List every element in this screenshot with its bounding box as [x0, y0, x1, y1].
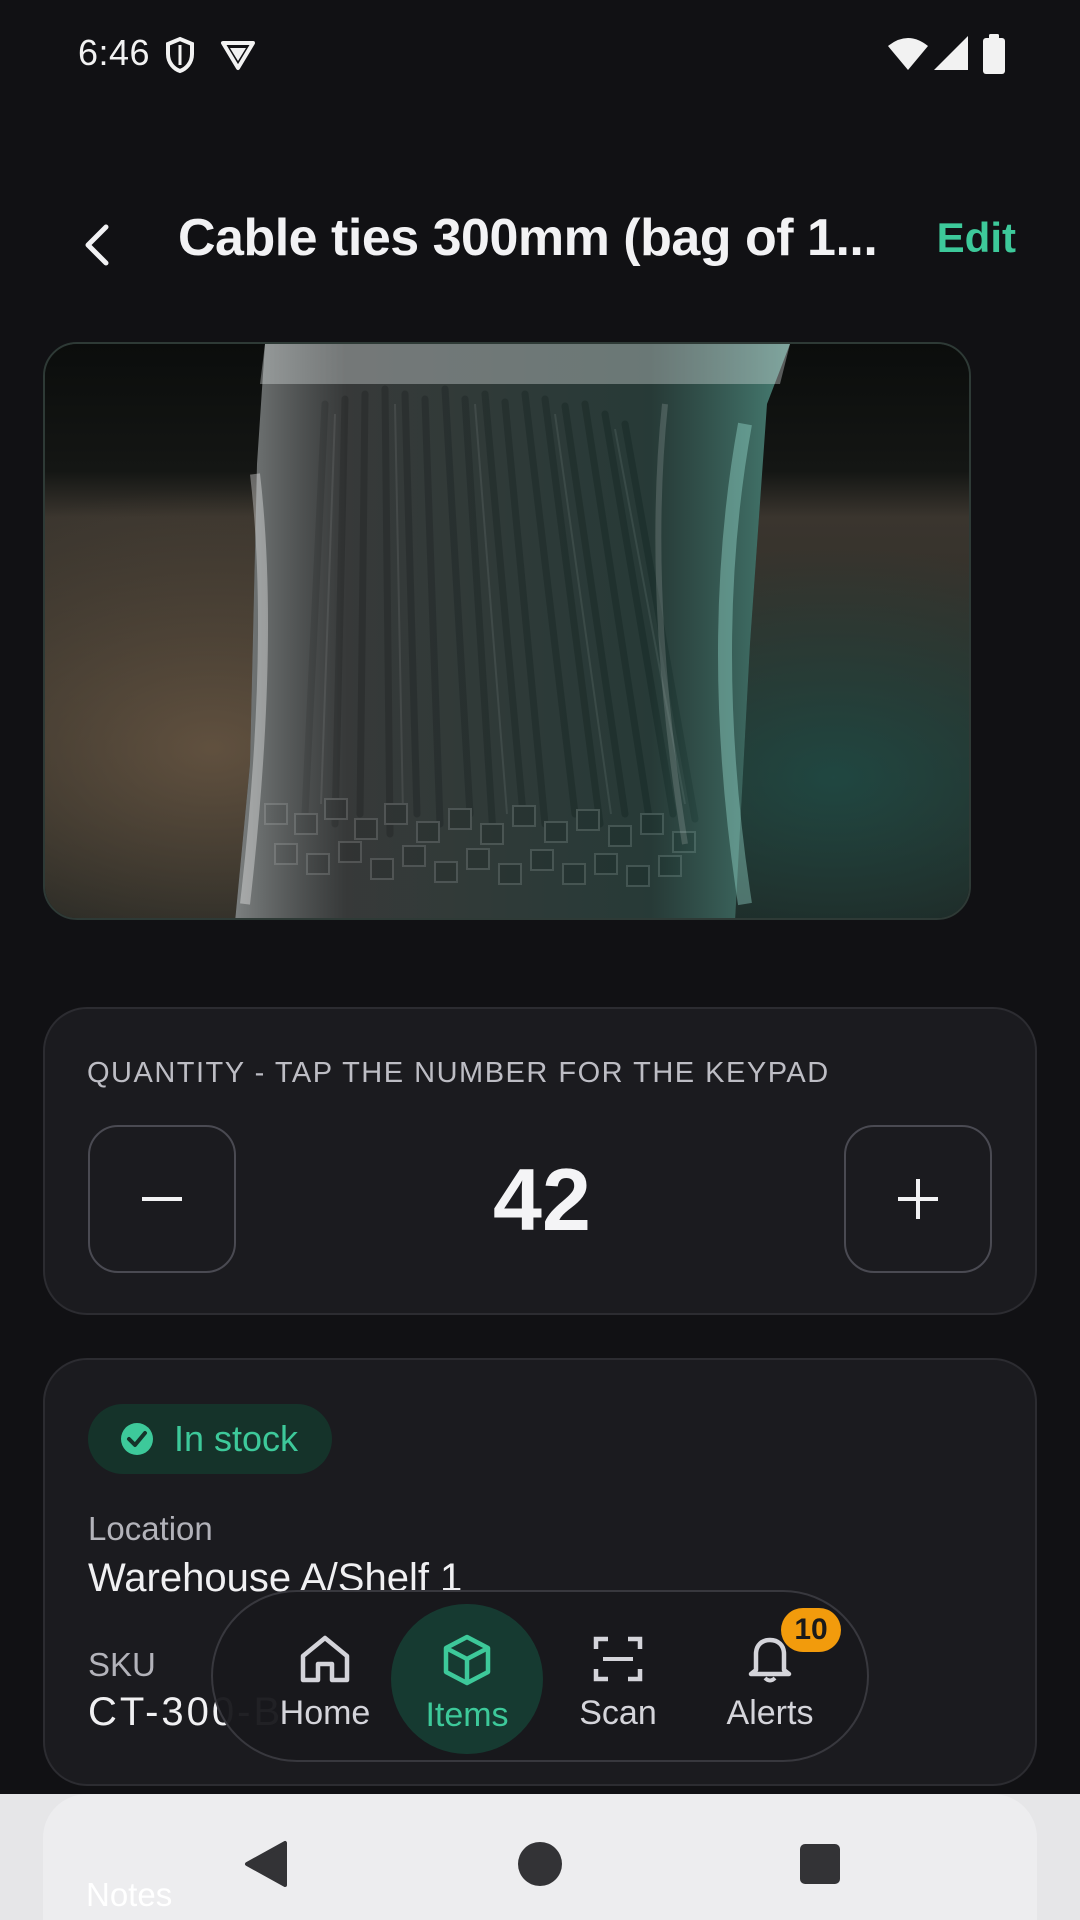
nav-home-label: Home — [279, 1694, 371, 1732]
plus-icon — [898, 1179, 938, 1219]
nav-scan-label: Scan — [579, 1694, 657, 1732]
home-icon — [300, 1635, 350, 1683]
system-recents-button[interactable] — [790, 1834, 850, 1894]
nav-items-label: Items — [425, 1696, 509, 1734]
nav-home[interactable]: Home — [250, 1608, 400, 1748]
wifi-icon — [888, 36, 928, 75]
product-photo[interactable] — [43, 342, 971, 920]
scan-icon — [593, 1636, 643, 1682]
nav-alerts[interactable]: 10 Alerts — [695, 1608, 845, 1748]
vpn-icon — [220, 36, 256, 77]
system-back-button[interactable] — [236, 1834, 296, 1894]
top-app-bar: Cable ties 300mm (bag of 1... Edit — [0, 190, 1080, 290]
sku-label: SKU — [88, 1646, 156, 1683]
back-button[interactable] — [62, 210, 132, 280]
nav-alerts-label: Alerts — [726, 1694, 814, 1732]
edit-button[interactable]: Edit — [937, 214, 1016, 262]
status-bar: 6:46 — [0, 0, 1080, 110]
box-icon — [443, 1634, 491, 1686]
screen: 6:46 Cable ties 300mm (bag of 1... Edit — [0, 0, 1080, 1920]
check-circle-icon — [121, 1423, 153, 1455]
battery-icon — [982, 34, 1006, 79]
triangle-back-icon — [245, 1841, 287, 1887]
stock-status-label: In stock — [174, 1418, 299, 1459]
square-recents-icon — [800, 1844, 840, 1884]
system-navigation-bar: Notes — [0, 1794, 1080, 1920]
nav-items[interactable]: Items — [391, 1604, 543, 1754]
circle-home-icon — [518, 1842, 562, 1886]
page-title: Cable ties 300mm (bag of 1... — [178, 209, 878, 267]
signal-icon — [934, 36, 968, 75]
status-time: 6:46 — [78, 32, 151, 73]
alerts-count-badge: 10 — [781, 1608, 841, 1652]
bottom-navigation: Home Items Scan 10 Alerts — [211, 1590, 869, 1762]
increment-button[interactable] — [844, 1125, 992, 1273]
nav-scan[interactable]: Scan — [543, 1608, 693, 1748]
quantity-caption: QUANTITY - TAP THE NUMBER FOR THE KEYPAD — [87, 1057, 830, 1089]
quantity-card: QUANTITY - TAP THE NUMBER FOR THE KEYPAD… — [43, 1007, 1037, 1315]
chevron-left-icon — [85, 224, 109, 266]
location-label: Location — [88, 1510, 213, 1547]
system-home-button[interactable] — [510, 1834, 570, 1894]
shield-icon — [164, 36, 196, 79]
stock-status-badge: In stock — [88, 1404, 333, 1474]
notes-label: Notes — [86, 1876, 173, 1913]
